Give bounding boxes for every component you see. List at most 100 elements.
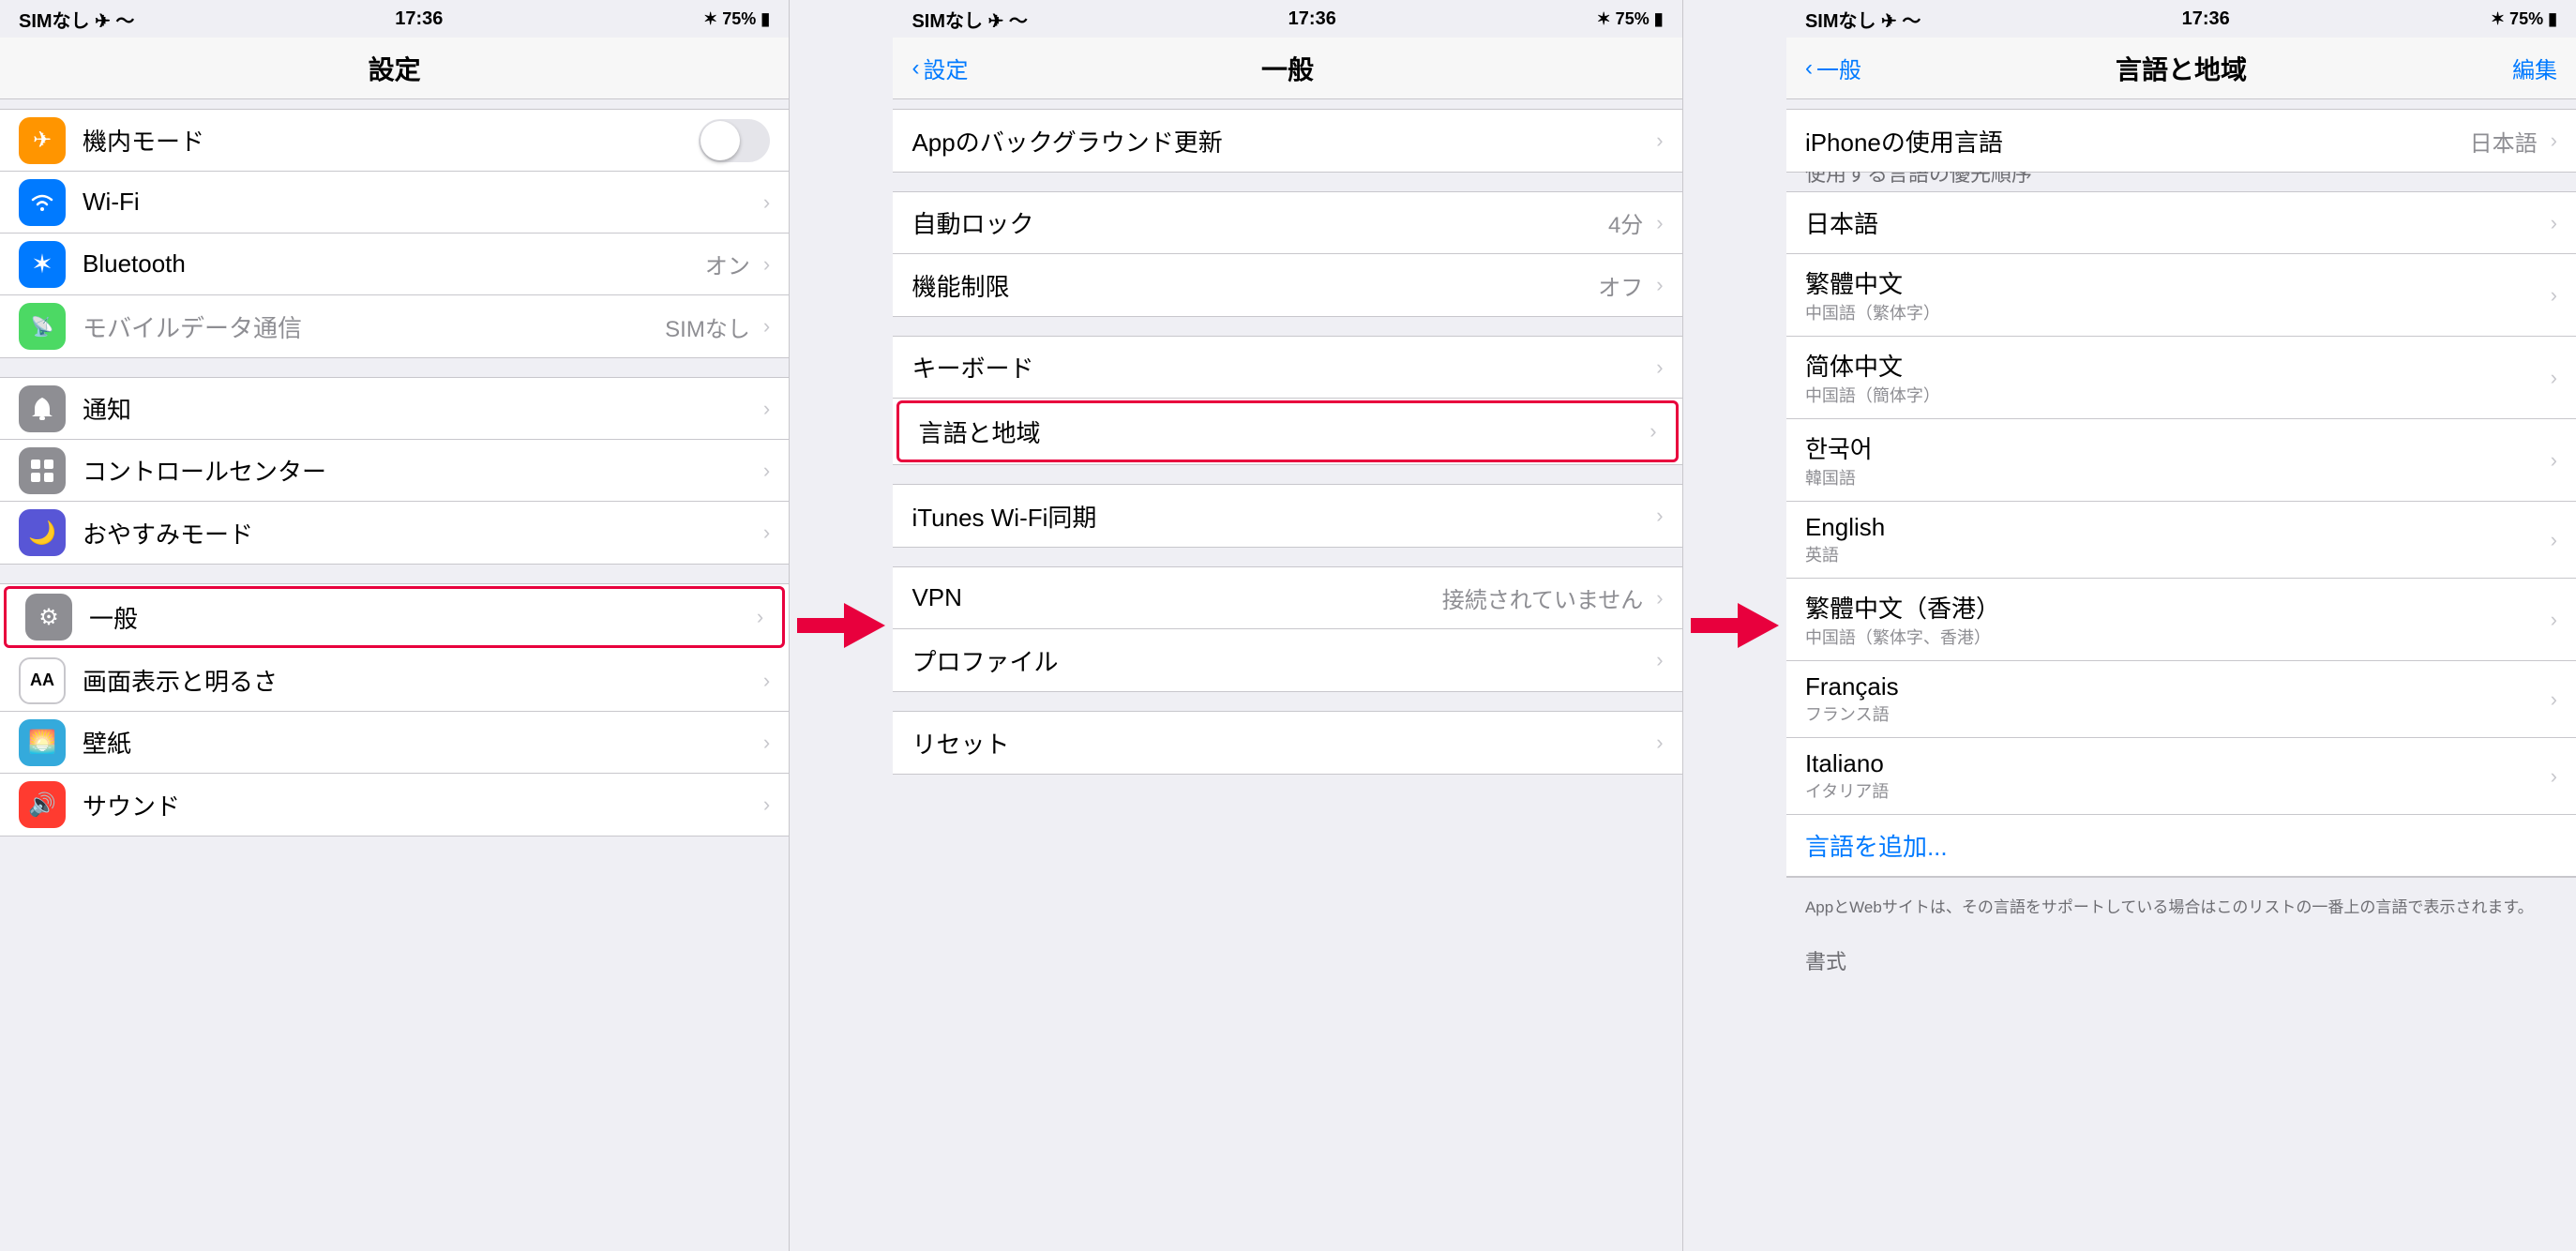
status-left-3: SIMなし ✈ 〜 <box>1805 6 1921 33</box>
status-time-1: 17:36 <box>395 8 443 30</box>
cell-label-autolock: 自動ロック <box>911 205 1607 240</box>
cell-airplane[interactable]: ✈ 機内モード <box>0 110 789 172</box>
section-lock: 自動ロック 4分 › 機能制限 オフ › <box>893 191 1681 317</box>
cell-label-control: コントロールセンター <box>83 453 760 488</box>
cell-value-vpn: 接続されていません <box>1442 581 1644 614</box>
donotdisturb-icon: 🌙 <box>19 509 66 556</box>
toggle-knob-airplane <box>700 121 740 160</box>
nav-bar-1: 設定 <box>0 38 789 99</box>
cell-label-keyboard: キーボード <box>911 350 1652 384</box>
cell-restrictions[interactable]: 機能制限 オフ › <box>893 254 1681 316</box>
lang-chevron-en: › <box>2551 528 2557 552</box>
status-left-1: SIMなし ✈ 〜 <box>19 6 134 33</box>
lang-chevron-it: › <box>2551 764 2557 789</box>
lang-main-it: Italiano <box>1805 749 2557 778</box>
sim-status-3: SIMなし ✈ 〜 <box>1805 6 1921 33</box>
lang-item-fr[interactable]: Français フランス語 › <box>1786 661 2576 738</box>
cell-wifi[interactable]: Wi-Fi › <box>0 172 789 234</box>
add-language-label: 言語を追加... <box>1805 828 2557 863</box>
status-time-2: 17:36 <box>1288 8 1336 30</box>
arrow-1-container <box>790 0 893 1251</box>
sim-status-1: SIMなし ✈ 〜 <box>19 6 134 33</box>
cell-label-wallpaper: 壁紙 <box>83 725 760 760</box>
lang-main-zh-hant-hk: 繁體中文（香港） <box>1805 590 2557 625</box>
arrow-2 <box>1691 603 1779 648</box>
cell-label-restrictions: 機能制限 <box>911 268 1598 303</box>
cell-value-autolock: 4分 <box>1608 206 1643 239</box>
lang-item-zh-hant[interactable]: 繁體中文 中国語（繁体字） › <box>1786 254 2576 337</box>
cell-autolock[interactable]: 自動ロック 4分 › <box>893 192 1681 254</box>
cell-value-iphone-lang: 日本語 <box>2470 125 2538 158</box>
edit-button[interactable]: 編集 <box>2512 52 2557 84</box>
lang-chevron-fr: › <box>2551 687 2557 712</box>
cell-notification[interactable]: 通知 › <box>0 378 789 440</box>
cell-control[interactable]: コントロールセンター › <box>0 440 789 502</box>
section-languages: 日本語 › 繁體中文 中国語（繁体字） › 简体中文 中国語（簡体字） › 한국… <box>1786 191 2576 878</box>
back-label-3: 一般 <box>1816 52 1861 84</box>
airplane-toggle[interactable] <box>699 119 770 162</box>
chevron-sound: › <box>763 792 770 817</box>
add-language-cell[interactable]: 言語を追加... <box>1786 815 2576 877</box>
cell-label-bluetooth: Bluetooth <box>83 249 705 279</box>
cell-itunes[interactable]: iTunes Wi-Fi同期 › <box>893 485 1681 547</box>
cell-mobile[interactable]: 📡 モバイルデータ通信 SIMなし › <box>0 295 789 357</box>
lang-sub-it: イタリア語 <box>1805 778 2557 803</box>
chevron-itunes: › <box>1656 504 1663 528</box>
sim-status-2: SIMなし ✈ 〜 <box>911 6 1027 33</box>
section-itunes: iTunes Wi-Fi同期 › <box>893 484 1681 548</box>
cell-sound[interactable]: 🔊 サウンド › <box>0 774 789 836</box>
lang-main-fr: Français <box>1805 672 2557 701</box>
settings-panel: SIMなし ✈ 〜 17:36 ✶ 75% ▮ 設定 ✈ 機内モード <box>0 0 790 1251</box>
priority-header-container: 使用する言語の優先順序 <box>1786 173 2576 191</box>
back-button-2[interactable]: ‹ 設定 <box>911 52 968 84</box>
status-right-3: ✶ 75% ▮ <box>2491 9 2557 29</box>
cell-donotdisturb[interactable]: 🌙 おやすみモード › <box>0 502 789 564</box>
cell-wallpaper[interactable]: 🌅 壁紙 › <box>0 712 789 774</box>
cell-display[interactable]: AA 画面表示と明るさ › <box>0 650 789 712</box>
cell-general[interactable]: ⚙ 一般 › <box>4 586 785 648</box>
chevron-wallpaper: › <box>763 731 770 755</box>
lang-item-en[interactable]: English 英語 › <box>1786 502 2576 579</box>
battery-status-1: ✶ 75% ▮ <box>703 9 770 29</box>
cell-bg-refresh[interactable]: Appのバックグラウンド更新 › <box>893 110 1681 172</box>
lang-item-ko[interactable]: 한국어 韓国語 › <box>1786 419 2576 502</box>
cell-iphone-lang[interactable]: iPhoneの使用言語 日本語 › <box>1786 110 2576 172</box>
chevron-iphone-lang: › <box>2551 128 2557 153</box>
cell-keyboard[interactable]: キーボード › <box>893 337 1681 399</box>
wifi-icon <box>19 179 66 226</box>
cell-vpn[interactable]: VPN 接続されていません › <box>893 567 1681 629</box>
status-right-2: ✶ 75% ▮ <box>1597 9 1664 29</box>
chevron-autolock: › <box>1656 211 1663 235</box>
chevron-keyboard: › <box>1656 355 1663 380</box>
cell-label-wifi: Wi-Fi <box>83 188 760 217</box>
status-left-2: SIMなし ✈ 〜 <box>911 6 1027 33</box>
back-button-3[interactable]: ‹ 一般 <box>1805 52 1861 84</box>
cell-profile[interactable]: プロファイル › <box>893 629 1681 691</box>
cell-lang-region[interactable]: 言語と地域 › <box>896 400 1678 462</box>
cell-bluetooth[interactable]: ✶ Bluetooth オン › <box>0 234 789 295</box>
cell-label-display: 画面表示と明るさ <box>83 663 760 698</box>
nav-bar-3: ‹ 一般 言語と地域 編集 <box>1786 38 2576 99</box>
back-chevron-2: ‹ <box>911 55 919 82</box>
status-bar-1: SIMなし ✈ 〜 17:36 ✶ 75% ▮ <box>0 0 789 38</box>
lang-item-zh-hant-hk[interactable]: 繁體中文（香港） 中国語（繁体字、香港） › <box>1786 579 2576 661</box>
lang-main-zh-hant: 繁體中文 <box>1805 265 2557 300</box>
lang-item-zh-hans[interactable]: 简体中文 中国語（簡体字） › <box>1786 337 2576 419</box>
display-icon: AA <box>19 657 66 704</box>
bluetooth-icon: ✶ <box>19 241 66 288</box>
lang-item-ja[interactable]: 日本語 › <box>1786 192 2576 254</box>
section-notifications: 通知 › コントロールセンター › 🌙 おやすみモード › <box>0 377 789 565</box>
arrow-1-shaft <box>797 618 844 633</box>
lang-chevron-ja: › <box>2551 211 2557 235</box>
chevron-general: › <box>757 605 763 629</box>
section-bg-refresh: Appのバックグラウンド更新 › <box>893 109 1681 173</box>
cell-reset[interactable]: リセット › <box>893 712 1681 774</box>
cell-label-airplane: 機内モード <box>83 123 689 158</box>
general-icon: ⚙ <box>25 594 72 641</box>
lang-main-en: English <box>1805 513 2557 542</box>
format-header: 書式 <box>1786 938 2576 979</box>
chevron-lang-region: › <box>1650 419 1656 444</box>
lang-item-it[interactable]: Italiano イタリア語 › <box>1786 738 2576 815</box>
cell-label-sound: サウンド <box>83 788 760 822</box>
section-keyboard-lang: キーボード › 言語と地域 › <box>893 336 1681 465</box>
